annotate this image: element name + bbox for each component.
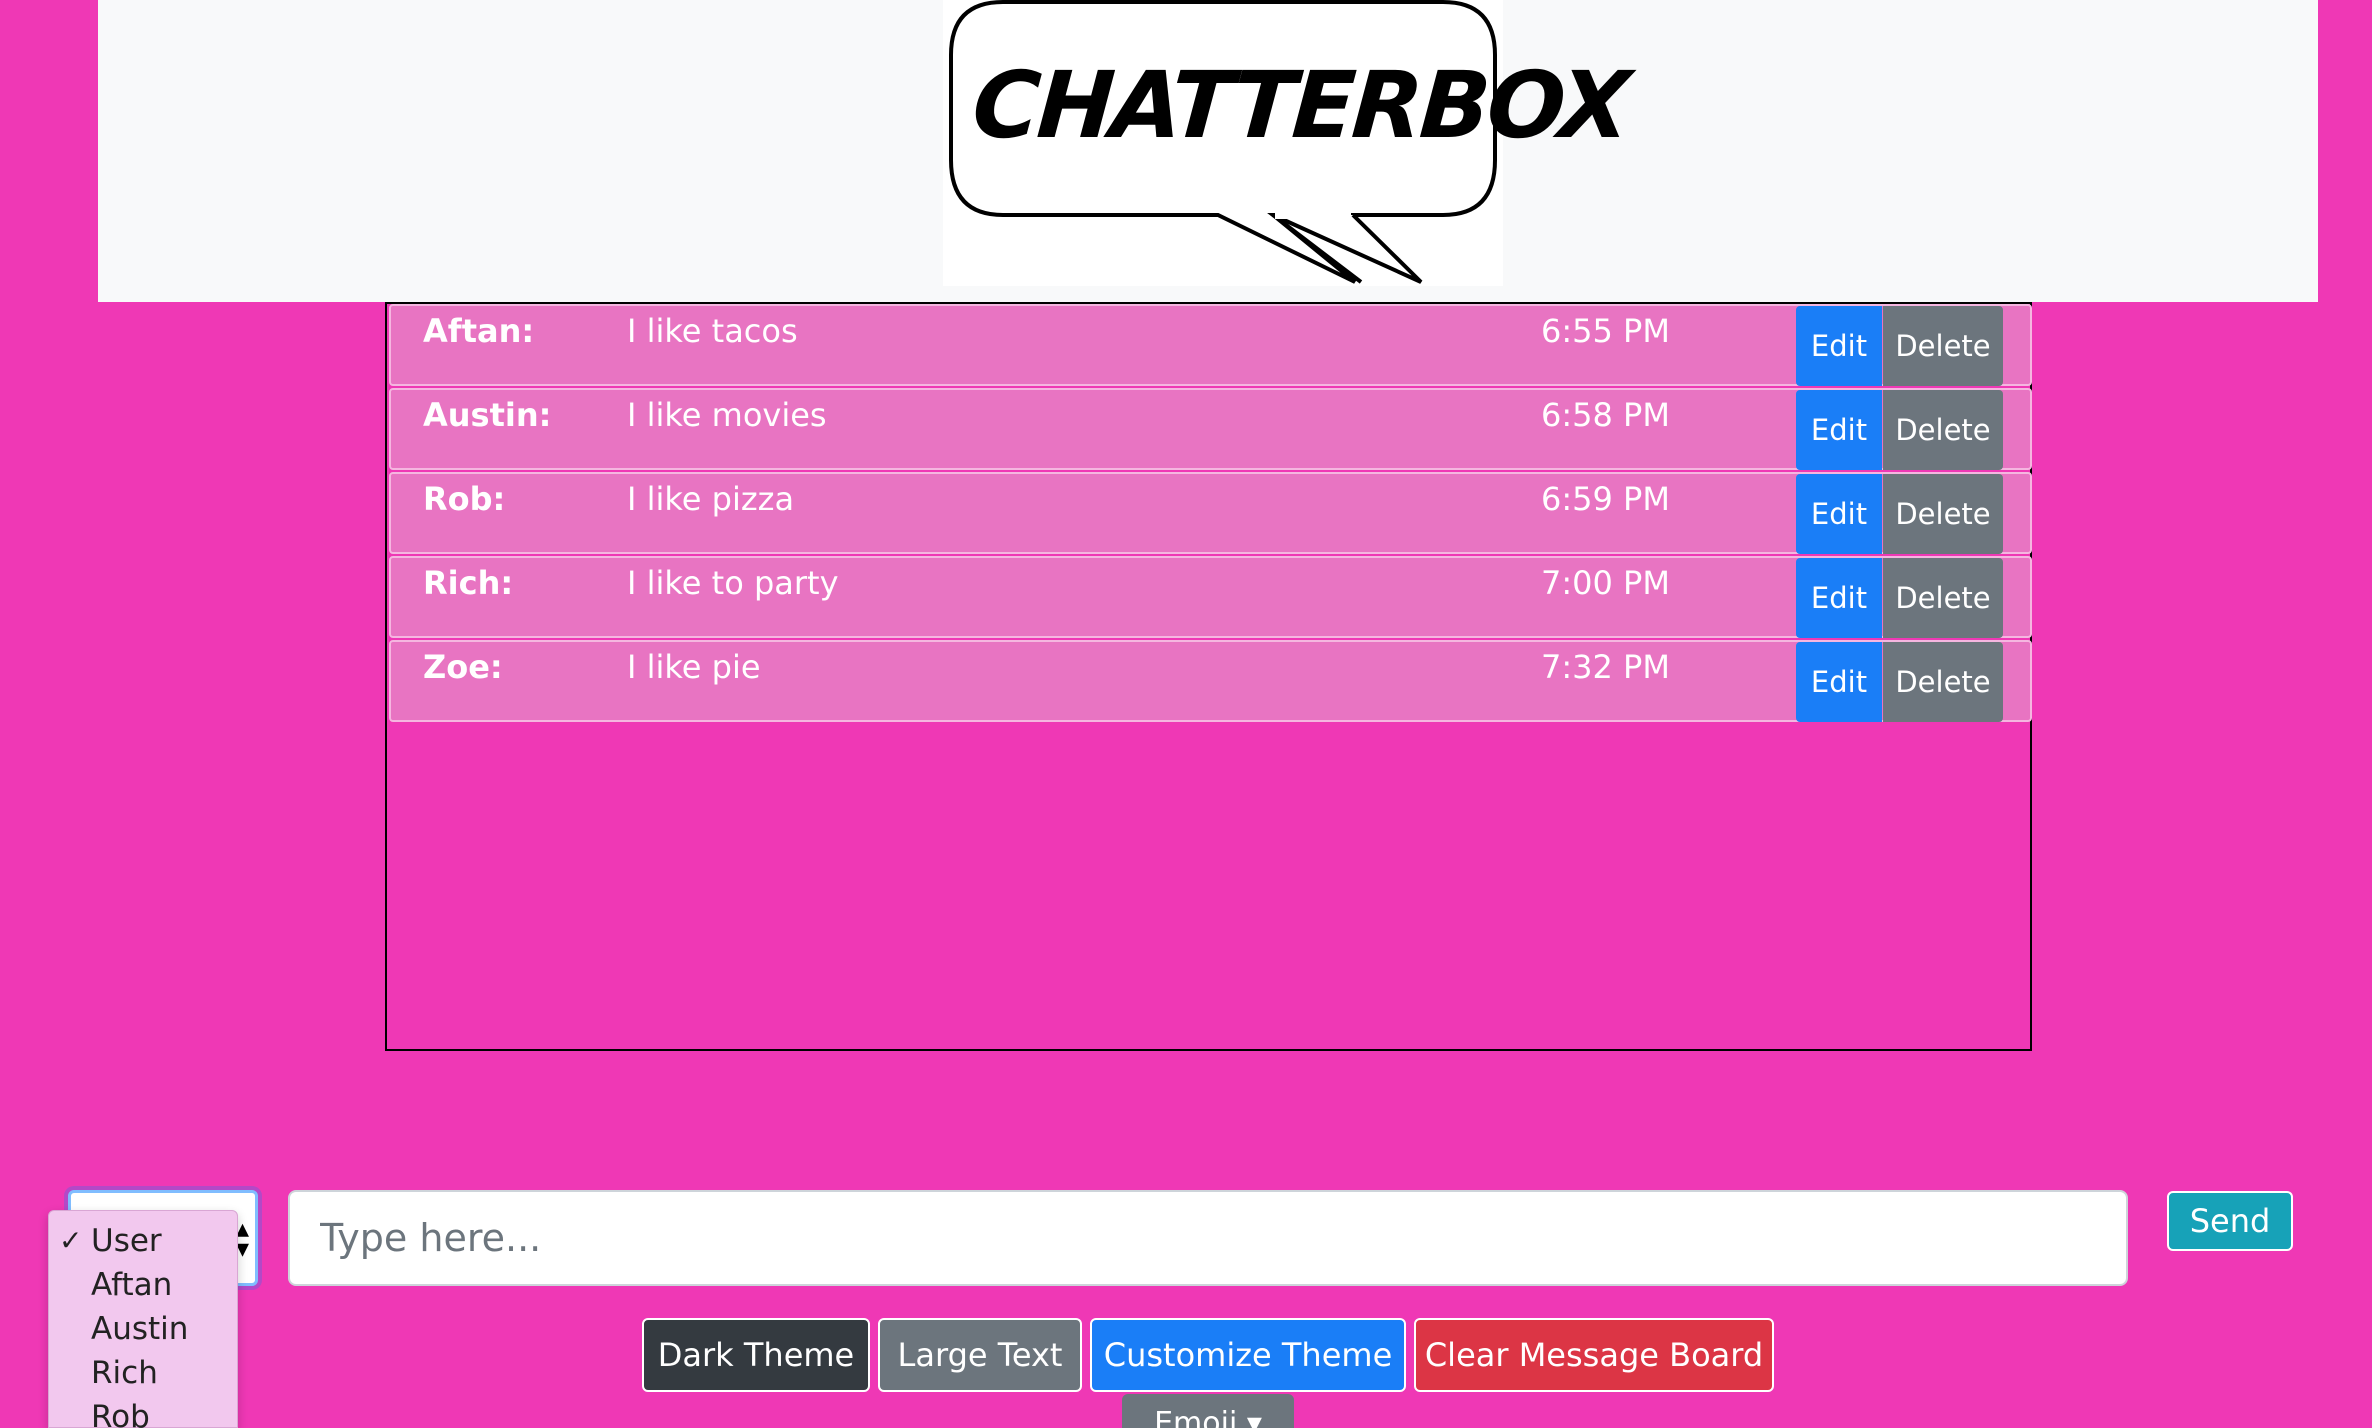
edit-button[interactable]: Edit xyxy=(1796,474,1882,554)
message-user: Rich: xyxy=(423,564,514,602)
message-text: I like tacos xyxy=(627,312,798,350)
message-user: Austin: xyxy=(423,396,552,434)
message-board: Aftan: I like tacos 6:55 PM Edit Delete … xyxy=(385,302,2032,1051)
message-row: Rich: I like to party 7:00 PM Edit Delet… xyxy=(389,556,2032,638)
dropdown-option-rich[interactable]: Rich xyxy=(49,1351,237,1395)
message-text: I like pie xyxy=(627,648,761,686)
message-row: Aftan: I like tacos 6:55 PM Edit Delete xyxy=(389,304,2032,386)
dropdown-option-austin[interactable]: Austin xyxy=(49,1307,237,1351)
option-label: Aftan xyxy=(91,1267,173,1303)
dropdown-option-aftan[interactable]: Aftan xyxy=(49,1263,237,1307)
chat-app: CHATTERBOX Aftan: I like tacos 6:55 PM E… xyxy=(0,0,2372,1428)
delete-button[interactable]: Delete xyxy=(1883,642,2003,722)
message-row: Zoe: I like pie 7:32 PM Edit Delete xyxy=(389,640,2032,722)
dark-theme-button[interactable]: Dark Theme xyxy=(642,1318,870,1392)
message-time: 7:32 PM xyxy=(1541,648,1670,686)
message-input[interactable] xyxy=(288,1190,2128,1286)
option-label: Rich xyxy=(91,1355,158,1391)
edit-button[interactable]: Edit xyxy=(1796,642,1882,722)
dropdown-option-rob[interactable]: Rob xyxy=(49,1395,237,1428)
logo-text: CHATTERBOX xyxy=(969,52,1631,159)
message-text: I like movies xyxy=(627,396,827,434)
clear-message-board-button[interactable]: Clear Message Board xyxy=(1414,1318,1774,1392)
send-button[interactable]: Send xyxy=(2167,1191,2293,1251)
edit-button[interactable]: Edit xyxy=(1796,558,1882,638)
emoji-dropdown-button[interactable]: Emoji ▾ xyxy=(1122,1394,1294,1428)
message-time: 7:00 PM xyxy=(1541,564,1670,602)
option-label: Rob xyxy=(91,1399,150,1428)
message-row: Austin: I like movies 6:58 PM Edit Delet… xyxy=(389,388,2032,470)
customize-theme-button[interactable]: Customize Theme xyxy=(1090,1318,1406,1392)
large-text-button[interactable]: Large Text xyxy=(878,1318,1082,1392)
message-time: 6:59 PM xyxy=(1541,480,1670,518)
user-dropdown-menu: ✓ User Aftan Austin Rich Rob xyxy=(48,1210,238,1428)
message-time: 6:58 PM xyxy=(1541,396,1670,434)
message-user: Zoe: xyxy=(423,648,503,686)
delete-button[interactable]: Delete xyxy=(1883,558,2003,638)
message-user: Aftan: xyxy=(423,312,535,350)
dropdown-option-user[interactable]: ✓ User xyxy=(49,1219,237,1263)
option-label: Austin xyxy=(91,1311,189,1347)
delete-button[interactable]: Delete xyxy=(1883,474,2003,554)
message-text: I like pizza xyxy=(627,480,795,518)
message-text: I like to party xyxy=(627,564,839,602)
message-row: Rob: I like pizza 6:59 PM Edit Delete xyxy=(389,472,2032,554)
chatterbox-logo: CHATTERBOX xyxy=(943,0,1631,286)
checkmark-icon: ✓ xyxy=(59,1224,83,1257)
delete-button[interactable]: Delete xyxy=(1883,390,2003,470)
delete-button[interactable]: Delete xyxy=(1883,306,2003,386)
header: CHATTERBOX xyxy=(98,0,2318,302)
edit-button[interactable]: Edit xyxy=(1796,306,1882,386)
message-time: 6:55 PM xyxy=(1541,312,1670,350)
message-user: Rob: xyxy=(423,480,506,518)
edit-button[interactable]: Edit xyxy=(1796,390,1882,470)
option-label: User xyxy=(91,1223,162,1259)
